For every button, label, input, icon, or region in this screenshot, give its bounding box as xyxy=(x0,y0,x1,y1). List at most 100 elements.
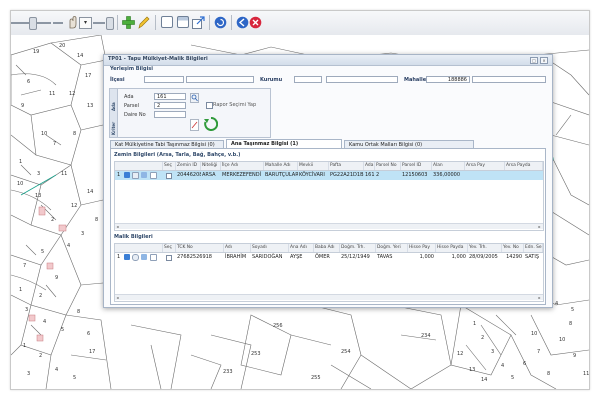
detail-icon[interactable] xyxy=(124,172,130,178)
parcel-label: 254 xyxy=(341,349,351,355)
map-locate-icon[interactable] xyxy=(141,172,147,178)
daire-no-input[interactable] xyxy=(154,111,186,118)
malik-col-baba-adi[interactable]: Baba Adı xyxy=(314,244,340,252)
export-icon[interactable] xyxy=(192,16,205,29)
maximize-icon[interactable]: □ xyxy=(530,57,538,64)
zemin-col-mevkii[interactable]: Mevkii xyxy=(298,162,329,170)
malik-col-ana-adi[interactable]: Ana Adı xyxy=(289,244,314,252)
clear-icon[interactable] xyxy=(190,119,199,131)
app-frame: ▾ 20 19 14 17 6 11 9 12 13 10 8 7 11 1 3… xyxy=(10,10,590,390)
ilce-code-input[interactable] xyxy=(144,76,184,83)
zemin-col-mahalle-adi[interactable]: Mahalle Adı xyxy=(264,162,298,170)
print-icon[interactable] xyxy=(150,172,157,179)
parcel-label: 6 xyxy=(523,361,526,367)
person-icon[interactable] xyxy=(132,254,139,261)
malik-horizontal-scrollbar[interactable]: ◂ ▸ xyxy=(115,294,543,300)
scroll-left-icon[interactable]: ◂ xyxy=(115,224,120,229)
pencil-icon[interactable] xyxy=(138,16,150,29)
toolbar-separator xyxy=(231,15,232,30)
malik-table-row[interactable]: 1 27682526918 İBRAHİM SARIDOĞAN AYŞE ÖME… xyxy=(115,253,543,262)
zemin-col-ada[interactable]: Ada xyxy=(364,162,375,170)
malik-col-tck-no[interactable]: TCK No xyxy=(176,244,224,252)
ada-input[interactable]: 161 xyxy=(154,93,186,100)
kurum-code-input[interactable] xyxy=(294,76,322,83)
parcel-label: 7 xyxy=(53,141,56,147)
document-icon[interactable] xyxy=(132,172,139,179)
zemin-col-niteligi[interactable]: Niteliği xyxy=(201,162,221,170)
zemin-table-row[interactable]: 1 20446208 ARSA MERKEZEFENDİ BARUTÇULAR … xyxy=(115,171,543,180)
mahalle-name-input[interactable] xyxy=(472,76,546,83)
tab-kat-mulkiyeti[interactable]: Kat Mülkiyetine Tabi Taşınmaz Bilgisi (0… xyxy=(110,140,224,148)
refresh-icon[interactable] xyxy=(204,117,218,131)
parcel-label: 4 xyxy=(501,363,504,369)
print-icon[interactable] xyxy=(150,254,157,261)
zemin-col-arsa-pay[interactable]: Arsa Pay xyxy=(465,162,505,170)
zemin-col-icons xyxy=(115,162,163,170)
close-icon[interactable] xyxy=(249,16,262,29)
zemin-col-sec[interactable]: Seç xyxy=(163,162,176,170)
parcel-label: 2 xyxy=(481,335,484,341)
cell-arsa-payda xyxy=(505,171,543,180)
zemin-col-parsel-no[interactable]: Parsel No xyxy=(375,162,401,170)
refresh-icon[interactable] xyxy=(214,16,227,29)
zemin-col-arsa-payda[interactable]: Arsa Payda xyxy=(505,162,543,170)
map-locate-icon[interactable] xyxy=(141,254,147,260)
close-icon[interactable]: × xyxy=(540,57,548,64)
ilce-name-input[interactable] xyxy=(186,76,254,83)
ilce-label: İlçesi xyxy=(110,77,125,83)
parcel-label: 4 xyxy=(555,301,558,307)
zemin-horizontal-scrollbar[interactable]: ◂ ▸ xyxy=(115,223,543,229)
mahalle-code-input[interactable]: 188886 xyxy=(426,76,470,83)
malik-col-edinme-sebebi[interactable]: Edn. Se xyxy=(524,244,543,252)
zoom-slider-handle[interactable] xyxy=(29,17,37,30)
parcel-label: 13 xyxy=(87,103,93,109)
row-select-checkbox[interactable] xyxy=(166,173,172,179)
cell-adi: İBRAHİM xyxy=(225,254,247,260)
tab-ana-tasinmaz[interactable]: Ana Taşınmaz Bilgisi (1) xyxy=(226,139,342,148)
parcel-label: 11 xyxy=(49,91,55,97)
malik-col-hisse-pay[interactable]: Hisse Pay xyxy=(408,244,436,252)
malik-col-dogum-yeri[interactable]: Doğm. Yeri xyxy=(376,244,408,252)
add-icon[interactable] xyxy=(122,16,135,29)
malik-col-yevmiye-no[interactable]: Yev. No xyxy=(502,244,524,252)
parcel-label: 8 xyxy=(77,309,80,315)
tool-slider-handle[interactable] xyxy=(106,17,114,30)
pan-icon[interactable] xyxy=(66,16,78,29)
malik-col-yevmiye-tarihi[interactable]: Yev. Trh. xyxy=(468,244,502,252)
window-icon[interactable] xyxy=(161,16,173,28)
scroll-left-icon[interactable]: ◂ xyxy=(115,295,120,300)
back-icon[interactable] xyxy=(236,16,249,29)
zemin-col-alan[interactable]: Alan xyxy=(432,162,465,170)
malik-col-sec[interactable]: Seç xyxy=(163,244,176,252)
malik-col-hisse-payda[interactable]: Hisse Payda xyxy=(436,244,468,252)
zemin-col-parsel-id[interactable]: Parsel ID xyxy=(401,162,432,170)
parcel-label: 2 xyxy=(51,217,54,223)
search-icon[interactable] xyxy=(190,93,199,103)
malik-col-soyadi[interactable]: Soyadı xyxy=(251,244,289,252)
pan-dropdown[interactable]: ▾ xyxy=(79,17,92,29)
parsel-input[interactable]: 2 xyxy=(154,102,186,109)
parcel-label: 8 xyxy=(95,217,98,223)
scroll-right-icon[interactable]: ▸ xyxy=(537,295,542,300)
detail-icon[interactable] xyxy=(124,254,130,260)
parcel-label: 20 xyxy=(59,43,65,49)
parcel-label: 17 xyxy=(85,73,91,79)
criteria-vertical-tab[interactable]: Ada Kriter xyxy=(110,89,118,137)
scroll-right-icon[interactable]: ▸ xyxy=(537,224,542,229)
row-select-checkbox[interactable] xyxy=(166,255,172,261)
window-icon[interactable] xyxy=(177,16,189,28)
rapor-checkbox[interactable] xyxy=(206,102,213,109)
malik-grid: Seç TCK No Adı Soyadı Ana Adı Baba Adı D… xyxy=(114,243,544,302)
malik-col-adi[interactable]: Adı xyxy=(224,244,251,252)
malik-col-dogum-tarihi[interactable]: Doğm. Trh. xyxy=(340,244,376,252)
zemin-col-pafta[interactable]: Pafta xyxy=(329,162,364,170)
kurum-name-input[interactable] xyxy=(326,76,398,83)
cell-hisse-payda: 1,000 xyxy=(451,254,466,260)
window-titlebar[interactable]: TP01 - Tapu Mülkiyet-Malik Bilgileri □ × xyxy=(104,55,552,66)
zemin-col-ilce-adi[interactable]: İlçe Adı xyxy=(221,162,264,170)
zemin-col-zemin-id[interactable]: Zemin ID xyxy=(176,162,201,170)
tool-slider-track[interactable] xyxy=(93,22,105,24)
zemin-grid-header: Seç Zemin ID Niteliği İlçe Adı Mahalle A… xyxy=(115,162,543,171)
zoom-slider-track-right[interactable] xyxy=(53,22,63,24)
tab-kamu-ortak-mallari[interactable]: Kamu Ortak Malları Bilgisi (0) xyxy=(344,140,474,148)
